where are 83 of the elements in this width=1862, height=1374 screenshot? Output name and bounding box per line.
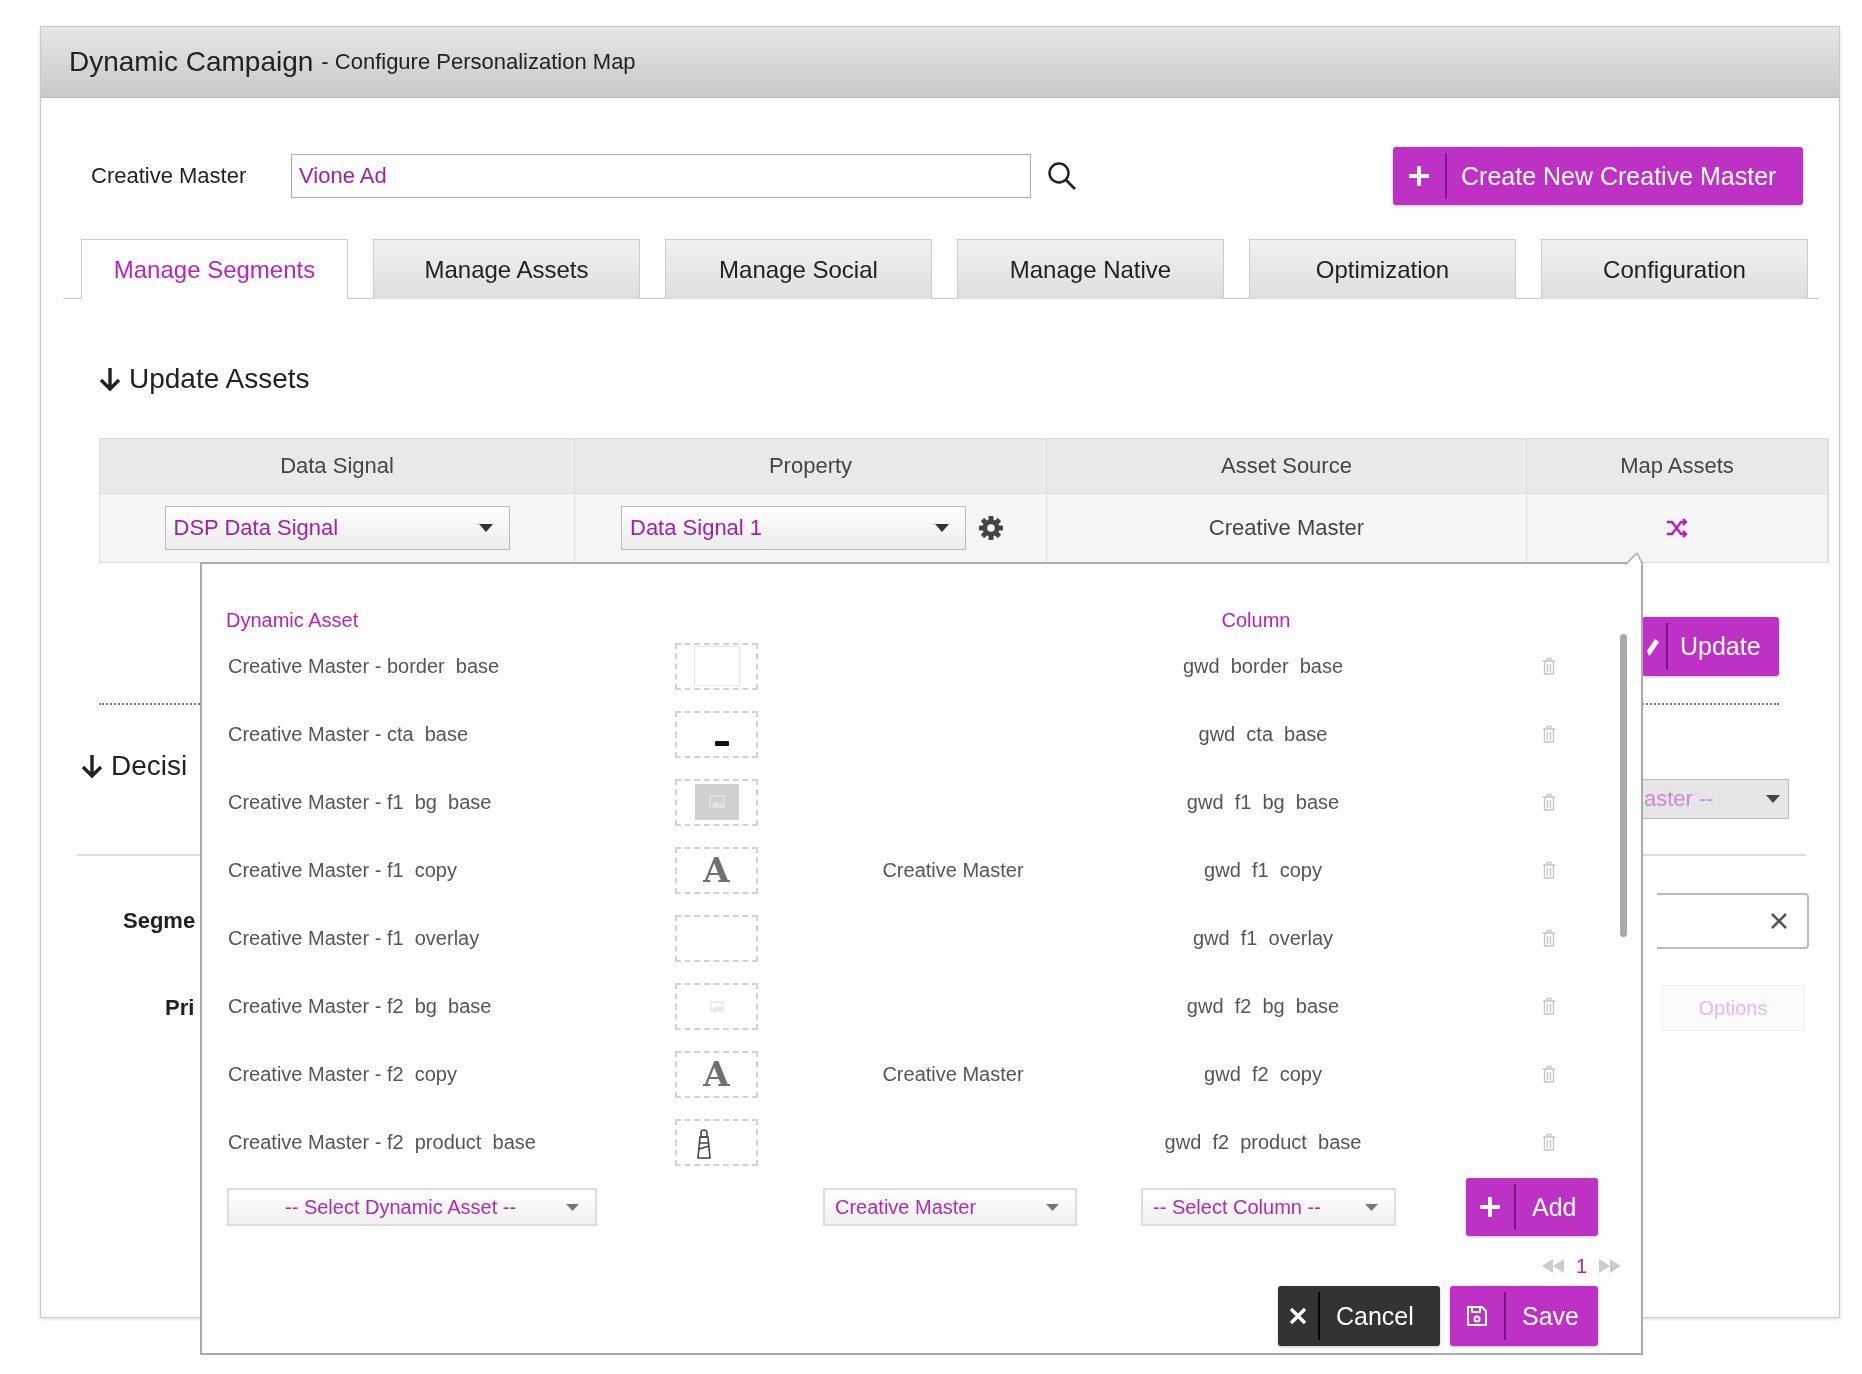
trash-icon[interactable] — [1542, 1133, 1556, 1151]
column-name: gwd f1 copy — [1204, 858, 1322, 882]
tab[interactable]: Configuration — [1541, 239, 1808, 299]
tab[interactable]: Manage Segments — [81, 239, 348, 299]
first-page-icon[interactable] — [1541, 1259, 1564, 1273]
trash-icon[interactable] — [1542, 725, 1556, 743]
asset-name: Creative Master - f2 product base — [228, 1130, 537, 1154]
caret-icon — [478, 524, 493, 532]
column-name: gwd border base — [1182, 654, 1344, 678]
asset-name: Creative Master - f2 copy — [228, 1062, 458, 1086]
trash-icon[interactable] — [1542, 1065, 1556, 1083]
down-arrow-icon — [99, 367, 121, 391]
column-header: Asset Source — [1047, 439, 1527, 493]
caret-icon — [1365, 1203, 1378, 1211]
tab[interactable]: Manage Native — [957, 239, 1224, 299]
column-header: Data Signal — [100, 439, 575, 493]
column-header: Map Assets — [1527, 439, 1828, 493]
column-header: Dynamic Asset — [226, 609, 360, 632]
plus-icon — [1479, 1196, 1501, 1218]
text-glyph: A — [703, 853, 730, 887]
scrollbar[interactable] — [1620, 634, 1627, 937]
creative-master-field[interactable]: Vione Ad — [291, 154, 1031, 198]
trash-icon[interactable] — [1542, 929, 1556, 947]
asset-name: Creative Master - f1 bg base — [228, 790, 493, 814]
image-icon — [694, 784, 739, 820]
source-dropdown[interactable]: Creative Master — [823, 1188, 1077, 1226]
image-icon — [709, 1000, 724, 1012]
down-arrow-icon — [81, 754, 103, 778]
button-icon — [714, 740, 729, 746]
page-title: Dynamic Campaign — [69, 46, 314, 78]
pencil-icon — [1647, 636, 1661, 657]
blank-frame-icon — [693, 646, 740, 686]
column-name: gwd cta base — [1198, 722, 1328, 746]
trash-icon[interactable] — [1542, 861, 1556, 879]
asset-name: Creative Master - f2 bg base — [228, 994, 493, 1018]
asset-source: Creative Master — [882, 858, 1024, 882]
asset-name: Creative Master - border base — [228, 654, 501, 678]
caret-icon — [566, 1203, 579, 1211]
column-name: gwd f2 bg base — [1186, 994, 1340, 1018]
trash-icon[interactable] — [1542, 657, 1556, 675]
asset-source: Creative Master — [882, 1062, 1024, 1086]
column-name: gwd f2 product base — [1164, 1130, 1362, 1154]
dynamic-asset-dropdown[interactable]: -- Select Dynamic Asset -- — [227, 1188, 597, 1226]
caret-icon — [1046, 1203, 1059, 1211]
trash-icon[interactable] — [1542, 997, 1556, 1015]
caret-icon — [935, 524, 949, 532]
close-icon — [1289, 1307, 1307, 1325]
save-button[interactable]: Save — [1450, 1286, 1598, 1346]
tab[interactable]: Manage Assets — [373, 239, 640, 299]
plus-icon — [1408, 165, 1430, 187]
add-button[interactable]: Add — [1466, 1178, 1598, 1236]
search-rules-field[interactable] — [1657, 893, 1809, 949]
create-button[interactable]: Create New Creative Master — [1393, 147, 1803, 205]
tab[interactable]: Optimization — [1249, 239, 1516, 299]
asset-name: Creative Master - f1 overlay — [228, 926, 481, 950]
page-subtitle: - Configure Personalization Map — [321, 49, 636, 75]
asset-name: Creative Master - cta base — [228, 722, 470, 746]
property-dropdown[interactable]: Data Signal 1 — [621, 506, 966, 550]
field-label: Creative Master — [91, 163, 248, 189]
trash-icon[interactable] — [1542, 793, 1556, 811]
column-name: gwd f1 overlay — [1192, 926, 1334, 950]
column-dropdown[interactable]: -- Select Column -- — [1141, 1188, 1396, 1226]
caret-icon — [1766, 795, 1780, 803]
column-name: gwd f1 bg base — [1186, 790, 1340, 814]
asset-name: Creative Master - f1 copy — [228, 858, 458, 882]
column-name: gwd f2 copy — [1204, 1062, 1322, 1086]
data-signal-dropdown[interactable]: DSP Data Signal — [164, 506, 510, 550]
last-page-icon[interactable] — [1599, 1259, 1621, 1273]
shuffle-icon[interactable] — [1666, 518, 1688, 538]
column-header: Property — [575, 439, 1047, 493]
section-title: Update Assets — [129, 363, 310, 395]
page-number[interactable]: 1 — [1575, 1254, 1587, 1278]
table-cell: Creative Master — [1208, 515, 1365, 541]
column-header: Column — [1220, 609, 1292, 632]
cancel-button[interactable]: Cancel — [1278, 1286, 1440, 1346]
tab[interactable]: Manage Social — [665, 239, 932, 299]
update-button[interactable]: Update — [1642, 617, 1779, 676]
search-icon[interactable] — [1047, 161, 1077, 191]
priority-label: Pri — [165, 995, 195, 1021]
clear-icon[interactable] — [1771, 913, 1787, 929]
text-glyph: A — [703, 1057, 730, 1091]
section-title: Decisi — [111, 750, 188, 782]
segments-label: Segme — [123, 908, 196, 934]
